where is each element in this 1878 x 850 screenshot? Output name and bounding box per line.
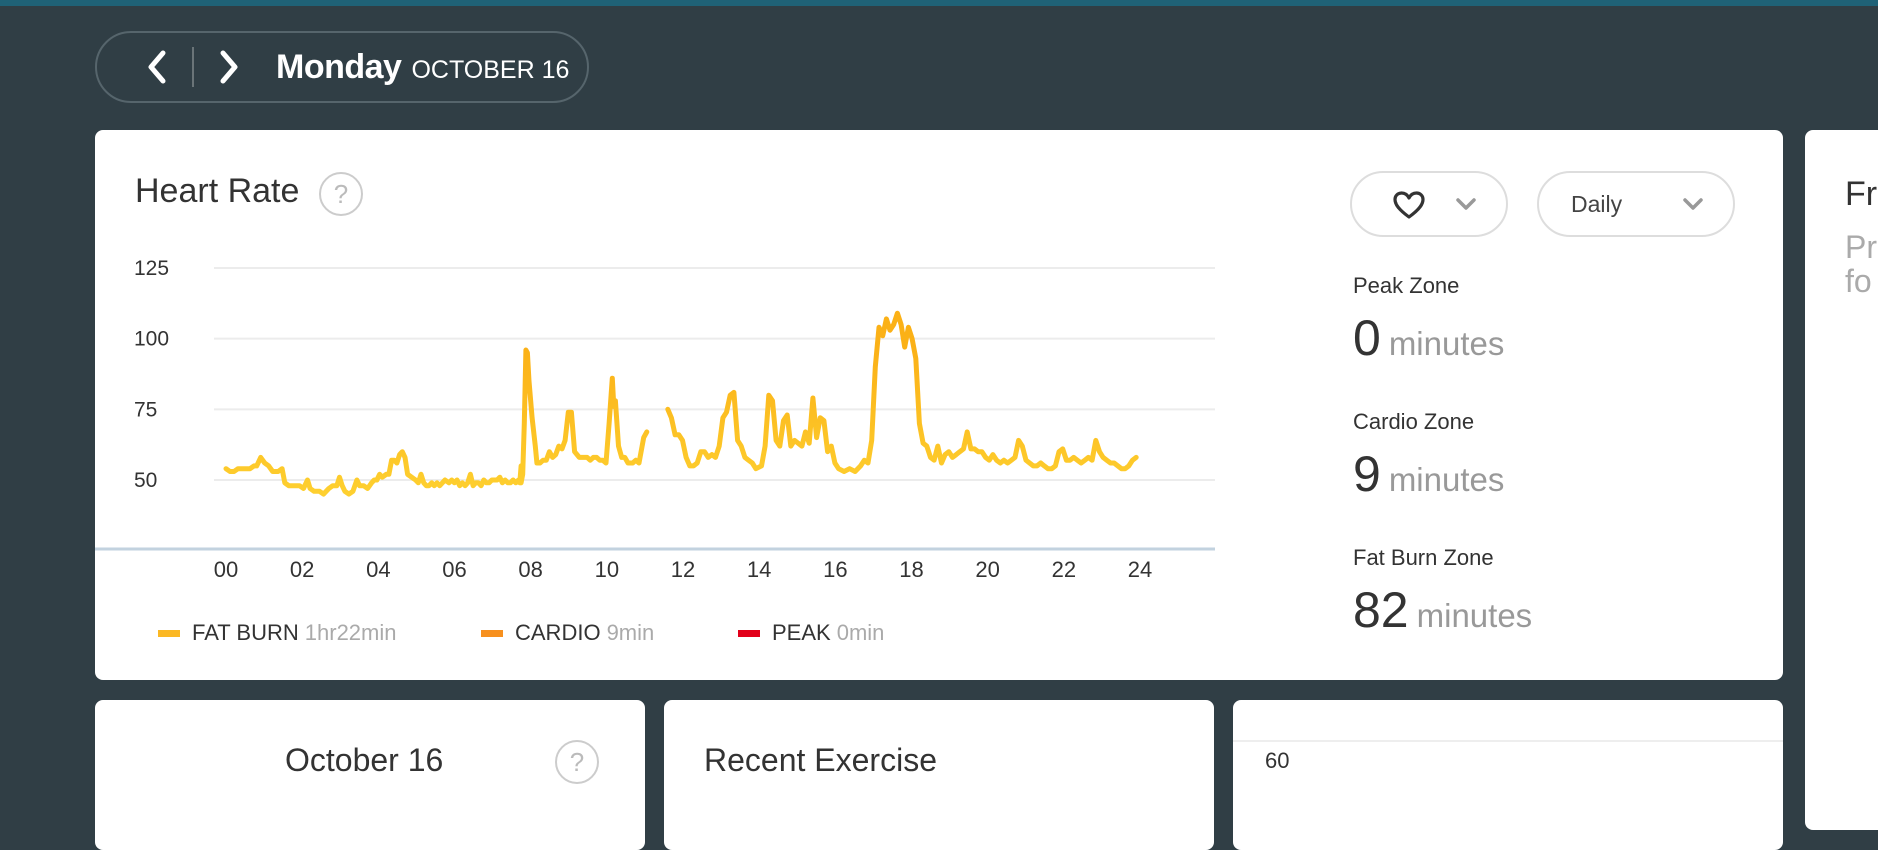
fat-burn-zone-unit: minutes bbox=[1416, 597, 1533, 634]
cardio-zone-value: 9 bbox=[1353, 446, 1381, 502]
cardio-zone: Cardio Zone 9 minutes bbox=[1353, 409, 1504, 503]
x-tick-label: 24 bbox=[1128, 557, 1152, 582]
y-tick-label: 75 bbox=[134, 398, 157, 421]
legend-cardio-value: 9min bbox=[606, 620, 655, 645]
friends-card: Friends Pr fo bbox=[1805, 130, 1878, 830]
date-navigator: Monday OCTOBER 16 bbox=[95, 31, 589, 103]
x-tick-label: 08 bbox=[518, 557, 542, 582]
heart-rate-line-morning bbox=[518, 347, 650, 486]
next-day-button[interactable] bbox=[206, 44, 252, 90]
x-tick-label: 18 bbox=[899, 557, 923, 582]
heart-rate-line-afternoon bbox=[665, 310, 1139, 474]
x-tick-label: 12 bbox=[671, 557, 695, 582]
legend-fat-burn-value: 1hr22min bbox=[304, 620, 397, 645]
nav-divider bbox=[192, 47, 194, 87]
y-tick-label: 60 bbox=[1265, 748, 1290, 773]
heart-rate-chart: 125 100 75 50 00 02 04 06 08 10 12 14 16 18 20 22 24 bbox=[95, 257, 1215, 582]
date-day: Monday bbox=[276, 47, 402, 86]
legend-peak: PEAK 0min bbox=[738, 620, 884, 646]
legend-cardio: CARDIO 9min bbox=[481, 620, 654, 646]
recent-exercise-card: Recent Exercise bbox=[664, 700, 1214, 850]
x-tick-label: 10 bbox=[595, 557, 619, 582]
heart-icon bbox=[1393, 191, 1425, 219]
legend-fat-burn-name: FAT BURN bbox=[192, 620, 299, 645]
legend-peak-name: PEAK bbox=[772, 620, 831, 645]
x-tick-label: 04 bbox=[366, 557, 390, 582]
sleep-card-title: October 16 bbox=[285, 742, 444, 778]
x-tick-label: 02 bbox=[290, 557, 314, 582]
cardio-zone-unit: minutes bbox=[1388, 461, 1505, 498]
chevron-right-icon bbox=[220, 50, 238, 84]
heart-rate-card: Heart Rate ? 125 100 75 50 00 02 04 06 08 10 12 14… bbox=[95, 130, 1783, 680]
fat-burn-zone: Fat Burn Zone 82 minutes bbox=[1353, 545, 1532, 639]
legend-peak-value: 0min bbox=[836, 620, 885, 645]
help-icon[interactable]: ? bbox=[555, 740, 599, 784]
friends-text-line: Pr bbox=[1845, 229, 1877, 265]
chevron-down-icon bbox=[1456, 198, 1476, 210]
period-selected: Daily bbox=[1571, 190, 1623, 217]
friends-title: Friends bbox=[1845, 175, 1878, 213]
x-tick-label: 06 bbox=[442, 557, 466, 582]
x-tick-label: 20 bbox=[975, 557, 999, 582]
gridline bbox=[1233, 740, 1783, 742]
friends-text-line: fo bbox=[1845, 263, 1872, 299]
previous-day-button[interactable] bbox=[134, 44, 180, 90]
legend-fat-burn: FAT BURN 1hr22min bbox=[158, 620, 396, 646]
period-dropdown[interactable]: Daily bbox=[1537, 171, 1735, 237]
cardio-swatch bbox=[481, 629, 503, 637]
sleep-card: October 16 ? bbox=[95, 700, 645, 850]
heart-rate-line-night bbox=[223, 449, 524, 497]
date-month: OCTOBER 16 bbox=[411, 55, 570, 84]
peak-zone-value: 0 bbox=[1353, 310, 1381, 366]
x-tick-label: 00 bbox=[214, 557, 238, 582]
peak-swatch bbox=[738, 629, 760, 637]
third-chart-card: 60 bbox=[1233, 700, 1783, 850]
top-accent-bar bbox=[0, 0, 1878, 6]
peak-zone-label: Peak Zone bbox=[1353, 273, 1460, 298]
peak-zone-unit: minutes bbox=[1388, 325, 1505, 362]
legend-cardio-name: CARDIO bbox=[515, 620, 601, 645]
chevron-down-icon bbox=[1683, 198, 1703, 210]
y-tick-label: 100 bbox=[134, 328, 169, 351]
y-tick-label: 50 bbox=[134, 469, 157, 492]
friends-text: Pr fo bbox=[1845, 230, 1877, 298]
y-tick-label: 125 bbox=[134, 257, 169, 280]
cardio-zone-label: Cardio Zone bbox=[1353, 409, 1475, 434]
chevron-left-icon bbox=[148, 50, 166, 84]
x-tick-label: 16 bbox=[823, 557, 847, 582]
fat-burn-zone-value: 82 bbox=[1353, 582, 1409, 638]
peak-zone: Peak Zone 0 minutes bbox=[1353, 273, 1504, 367]
fat-burn-swatch bbox=[158, 629, 180, 637]
recent-exercise-title: Recent Exercise bbox=[704, 742, 937, 778]
x-tick-label: 22 bbox=[1052, 557, 1076, 582]
fat-burn-zone-label: Fat Burn Zone bbox=[1353, 545, 1494, 570]
x-tick-label: 14 bbox=[747, 557, 771, 582]
metric-dropdown[interactable] bbox=[1350, 171, 1508, 237]
